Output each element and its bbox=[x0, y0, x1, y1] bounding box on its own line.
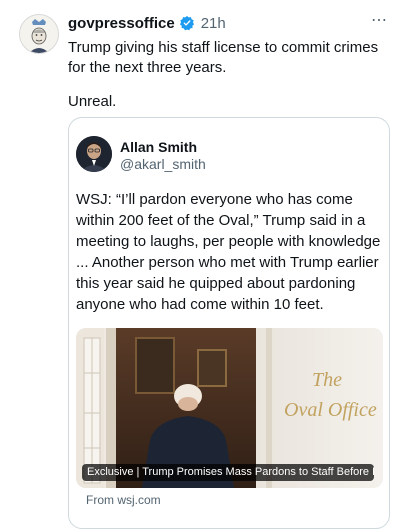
link-source[interactable]: From wsj.com bbox=[86, 493, 161, 507]
quoted-author-name[interactable]: Allan Smith bbox=[120, 139, 197, 155]
image-lettering: The bbox=[312, 369, 342, 391]
quoted-post-card[interactable]: Allan Smith @akarl_smith WSJ: “I’ll pard… bbox=[68, 117, 390, 529]
more-icon[interactable]: ⋯ bbox=[371, 10, 388, 30]
image-lettering: Oval Office bbox=[284, 399, 377, 421]
quoted-post-text: WSJ: “I’ll pardon everyone who has come … bbox=[76, 191, 381, 313]
quoted-author-avatar[interactable] bbox=[76, 136, 112, 172]
link-preview-card[interactable]: The Oval Office Exclusive | Trump Promis… bbox=[76, 328, 383, 488]
post-text-line: Unreal. bbox=[68, 93, 117, 110]
post-header: govpressoffice 21h bbox=[68, 13, 226, 33]
link-preview-caption: Exclusive | Trump Promises Mass Pardons … bbox=[82, 464, 374, 481]
author-avatar[interactable] bbox=[19, 14, 59, 54]
post-timestamp[interactable]: 21h bbox=[201, 15, 226, 32]
post-text-line: Trump giving his staff license to commit… bbox=[68, 39, 379, 76]
verified-badge-icon bbox=[179, 15, 195, 31]
post-text: Trump giving his staff license to commit… bbox=[68, 38, 398, 126]
author-name[interactable]: govpressoffice bbox=[68, 15, 175, 32]
quoted-author-handle[interactable]: @akarl_smith bbox=[120, 156, 206, 172]
